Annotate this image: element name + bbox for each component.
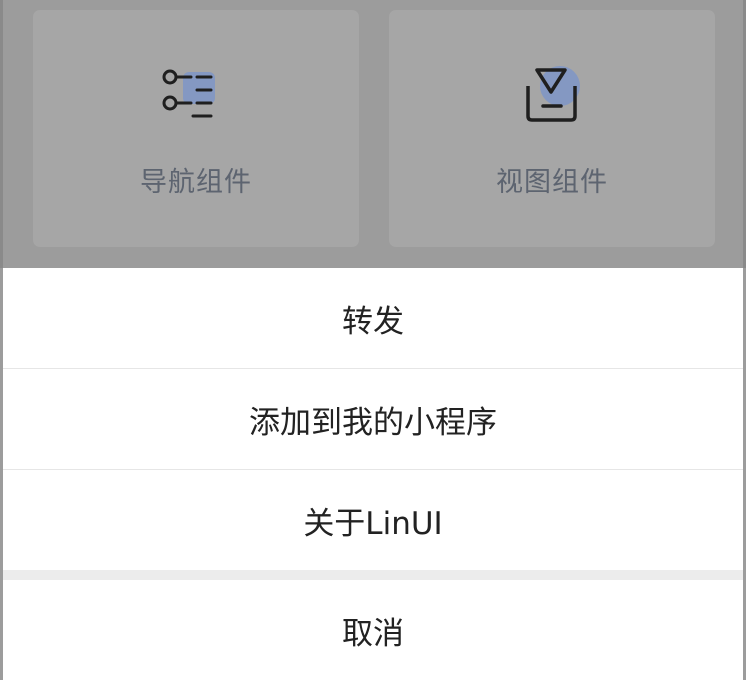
navigation-component-label: 导航组件 bbox=[140, 167, 252, 198]
add-to-my-miniprogram-option[interactable]: 添加到我的小程序 bbox=[3, 369, 743, 469]
left-edge-strip bbox=[0, 0, 3, 268]
screen: 导航组件 视图组件 转发 添加到我的小程序 关于LinUI 取消 bbox=[0, 0, 746, 680]
action-sheet: 转发 添加到我的小程序 关于LinUI 取消 bbox=[3, 268, 743, 680]
navigation-list-icon bbox=[162, 69, 215, 118]
share-forward-option[interactable]: 转发 bbox=[3, 268, 743, 368]
view-component-card[interactable]: 视图组件 bbox=[389, 10, 715, 247]
component-grid: 导航组件 视图组件 bbox=[33, 10, 715, 247]
view-component-label: 视图组件 bbox=[496, 167, 608, 198]
cancel-button[interactable]: 取消 bbox=[3, 580, 743, 680]
navigation-component-card[interactable]: 导航组件 bbox=[33, 10, 359, 247]
about-linui-option[interactable]: 关于LinUI bbox=[3, 470, 743, 570]
sheet-gap bbox=[3, 570, 743, 580]
view-inbox-icon bbox=[526, 66, 580, 122]
